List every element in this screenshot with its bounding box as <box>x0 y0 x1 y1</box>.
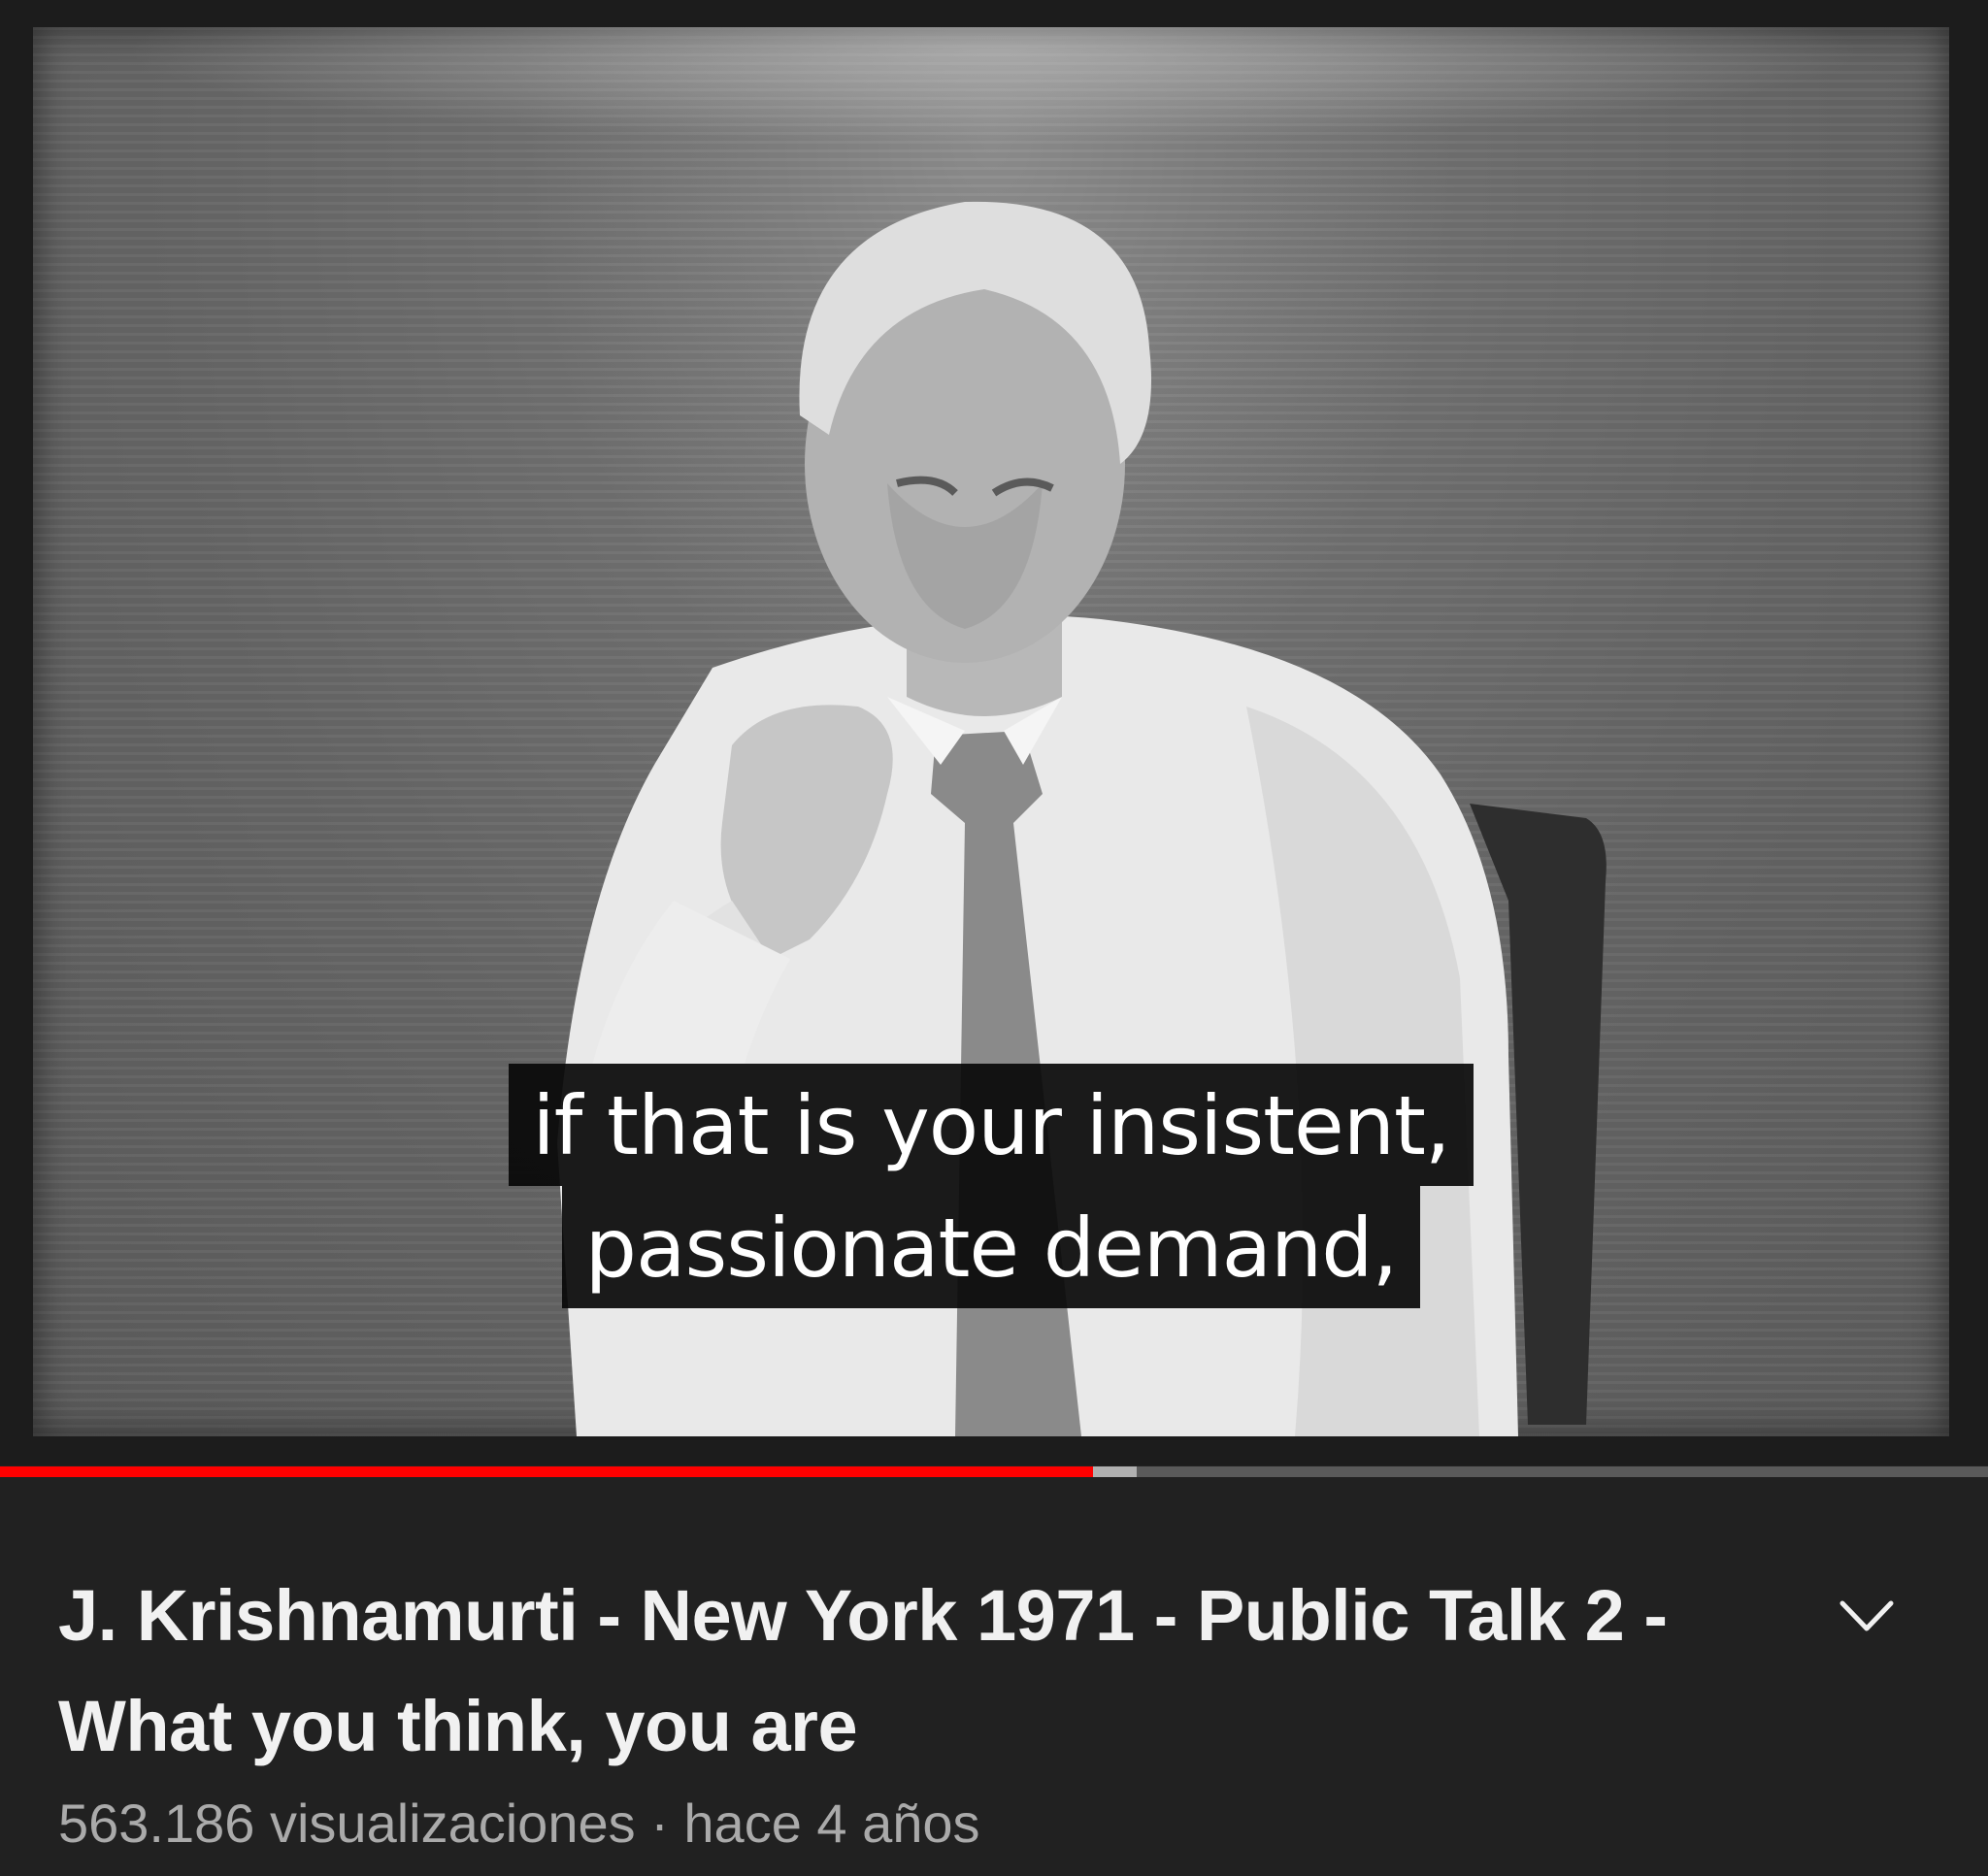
video-frame[interactable]: if that is your insistent, passionate de… <box>33 27 1949 1436</box>
progress-bar[interactable] <box>0 1466 1988 1477</box>
video-info-panel[interactable]: J. Krishnamurti - New York 1971 - Public… <box>0 1477 1988 1876</box>
youtube-watch-screen: if that is your insistent, passionate de… <box>0 0 1988 1876</box>
chevron-down-icon[interactable] <box>1833 1582 1901 1650</box>
video-metadata: 563.186 visualizaciones · hace 4 años <box>58 1790 980 1858</box>
meta-separator: · <box>650 1793 669 1854</box>
caption-line: passionate demand, <box>561 1186 1421 1308</box>
view-count: 563.186 visualizaciones <box>58 1793 636 1854</box>
progress-played <box>0 1466 1094 1477</box>
captions-overlay: if that is your insistent, passionate de… <box>33 1064 1949 1308</box>
video-player[interactable]: if that is your insistent, passionate de… <box>0 0 1988 1465</box>
caption-line: if that is your insistent, <box>509 1064 1474 1186</box>
upload-age: hace 4 años <box>683 1793 980 1854</box>
video-title[interactable]: J. Krishnamurti - New York 1971 - Public… <box>58 1561 1767 1782</box>
